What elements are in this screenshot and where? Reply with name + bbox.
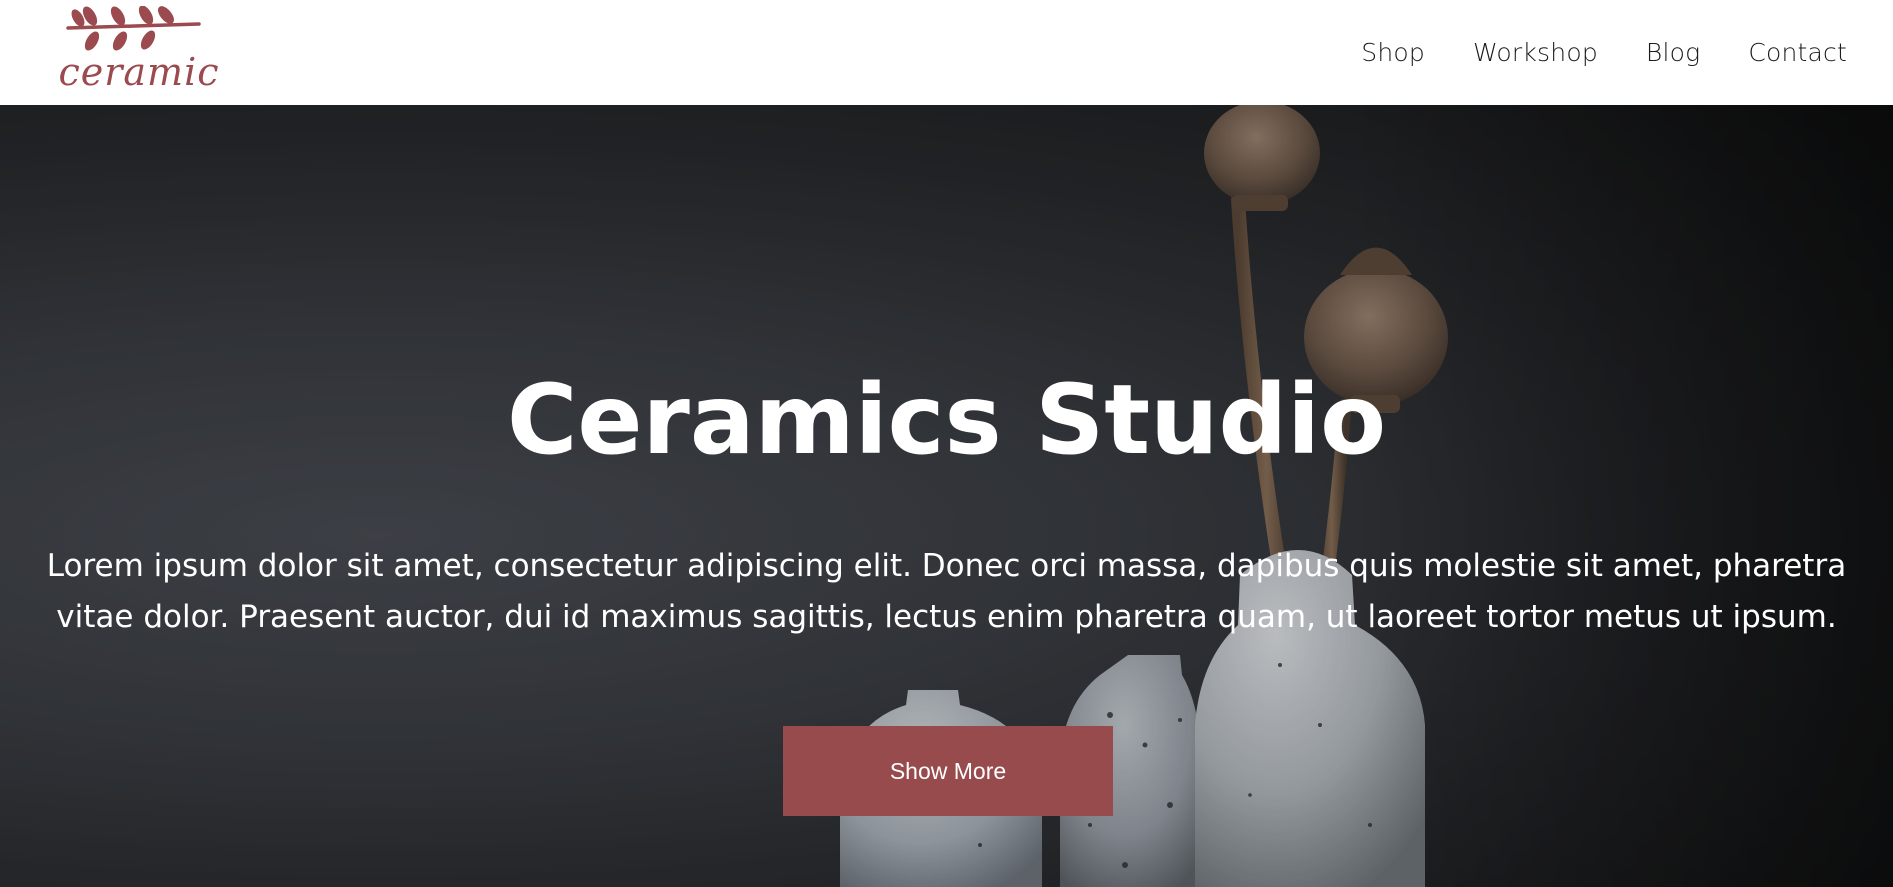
nav-item-blog[interactable]: Blog [1646, 38, 1700, 67]
hero-description: Lorem ipsum dolor sit amet, consectetur … [46, 548, 1847, 635]
logo-wordmark: ceramic [58, 50, 220, 94]
hero-title: Ceramics Studio [506, 364, 1387, 476]
show-more-button[interactable]: Show More [783, 726, 1113, 816]
nav-item-workshop[interactable]: Workshop [1473, 38, 1598, 67]
nav-item-contact[interactable]: Contact [1748, 38, 1847, 67]
brand-logo[interactable]: ceramic [54, 6, 224, 98]
nav-item-shop[interactable]: Shop [1361, 38, 1425, 67]
site-header: ceramic Shop Workshop Blog Contact [0, 0, 1893, 105]
main-nav: Shop Workshop Blog Contact [1313, 0, 1847, 105]
hero-section: Ceramics Studio Lorem ipsum dolor sit am… [0, 105, 1893, 887]
